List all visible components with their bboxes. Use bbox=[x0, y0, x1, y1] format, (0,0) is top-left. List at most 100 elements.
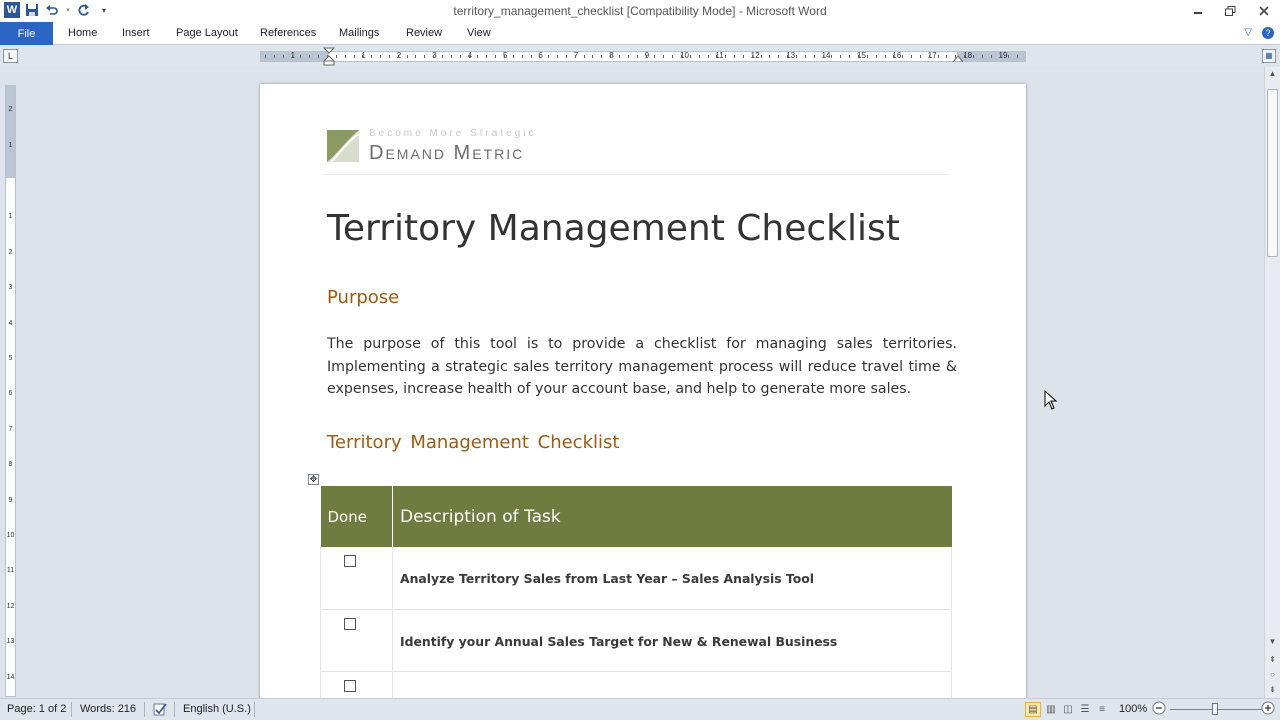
ruler-number: 13 bbox=[6, 638, 15, 646]
ruler-number: 1 bbox=[8, 213, 13, 221]
browse-object-icon[interactable]: ○ bbox=[1265, 668, 1280, 682]
scroll-up-icon[interactable]: ▲ bbox=[1265, 67, 1280, 81]
ruler-number: 2 bbox=[8, 248, 13, 256]
ruler-number: 14 bbox=[6, 673, 15, 681]
ruler-tick bbox=[875, 55, 877, 58]
zoom-out-icon[interactable] bbox=[1152, 701, 1166, 718]
proofing-icon[interactable] bbox=[152, 701, 168, 720]
tab-view[interactable]: View bbox=[467, 27, 491, 39]
zoom-in-icon[interactable] bbox=[1261, 701, 1275, 718]
indent-marker-icon[interactable] bbox=[323, 47, 335, 67]
ruler-number: 8 bbox=[8, 461, 13, 469]
tab-file[interactable]: File bbox=[0, 22, 53, 45]
ruler-tick bbox=[787, 55, 789, 58]
print-layout-view-icon[interactable]: ▤ bbox=[1025, 702, 1041, 717]
ruler-tick bbox=[663, 55, 665, 58]
outline-view-icon[interactable]: ☰ bbox=[1077, 702, 1093, 717]
status-divider bbox=[174, 702, 175, 717]
right-indent-marker-icon[interactable] bbox=[953, 55, 963, 62]
expand-ribbon-icon[interactable]: ▽ bbox=[1244, 27, 1252, 39]
checkbox-icon[interactable] bbox=[344, 617, 356, 630]
tab-selector-button[interactable]: L bbox=[3, 49, 18, 63]
ruler-tick bbox=[654, 55, 656, 58]
ruler-tick bbox=[680, 55, 682, 58]
close-button[interactable] bbox=[1247, 0, 1280, 22]
ruler-tick bbox=[291, 55, 293, 58]
ruler-number: 2 bbox=[8, 106, 13, 113]
checkbox-icon[interactable] bbox=[344, 555, 356, 567]
tab-references[interactable]: References bbox=[260, 27, 316, 39]
web-layout-view-icon[interactable]: ◫ bbox=[1060, 702, 1076, 717]
ruler-tick bbox=[557, 55, 559, 58]
ruler-tick bbox=[911, 55, 913, 58]
checklist-heading: Territory Management Checklist bbox=[327, 432, 620, 453]
ruler-tick bbox=[619, 55, 620, 58]
tab-insert[interactable]: Insert bbox=[122, 27, 150, 39]
ruler-tick bbox=[371, 55, 373, 58]
ruler-number: 5 bbox=[8, 355, 13, 362]
word-count[interactable]: Words: 216 bbox=[80, 703, 136, 715]
ruler-tick bbox=[769, 55, 771, 58]
view-ruler-icon[interactable]: ▦ bbox=[1262, 49, 1276, 63]
ruler-tick bbox=[707, 55, 709, 58]
tab-mailings[interactable]: Mailings bbox=[339, 27, 379, 39]
page-count[interactable]: Page: 1 of 2 bbox=[7, 703, 66, 715]
help-icon[interactable]: ? bbox=[1262, 27, 1274, 39]
ruler-tick bbox=[362, 55, 364, 58]
ruler-number: 10 bbox=[6, 532, 15, 539]
status-bar: Page: 1 of 2 Words: 216 English (U.S.) ▤… bbox=[0, 698, 1280, 720]
ruler-number: 7 bbox=[8, 425, 13, 433]
minimize-button[interactable] bbox=[1181, 0, 1214, 22]
ruler-tick bbox=[1017, 55, 1019, 58]
tab-review[interactable]: Review bbox=[406, 27, 442, 39]
ruler-tick bbox=[849, 55, 851, 58]
table-move-handle-icon[interactable]: ✥ bbox=[308, 474, 319, 485]
title-bar: W ▾ ▾ territory_management_checklist [Co… bbox=[0, 0, 1280, 22]
ruler-tick bbox=[1008, 55, 1010, 58]
ruler-tick bbox=[778, 55, 780, 58]
purpose-paragraph: The purpose of this tool is to provide a… bbox=[327, 336, 957, 398]
mouse-cursor-icon bbox=[1044, 390, 1058, 410]
checkbox-icon[interactable] bbox=[344, 679, 356, 692]
ruler-tick bbox=[512, 55, 514, 58]
vertical-ruler[interactable]: 2 1 1 2 3 4 5 6 7 8 9 10 11 12 13 14 bbox=[5, 85, 16, 697]
ruler-tick bbox=[415, 55, 417, 58]
ruler-tick bbox=[645, 55, 647, 58]
ruler-tick bbox=[760, 55, 762, 58]
ruler-tick bbox=[530, 55, 532, 58]
previous-page-icon[interactable]: ⇞ bbox=[1265, 653, 1280, 667]
scrollbar-thumb[interactable] bbox=[1267, 89, 1278, 257]
vertical-scrollbar[interactable]: ▲ ▼ ⇞ ○ ⇟ bbox=[1264, 67, 1280, 698]
ruler-tick bbox=[636, 55, 638, 58]
ruler-tick bbox=[565, 55, 567, 58]
restore-button[interactable] bbox=[1214, 0, 1247, 22]
ruler-tick bbox=[468, 55, 470, 58]
document-title: Territory Management Checklist bbox=[327, 208, 900, 249]
column-header-done: Done bbox=[320, 486, 393, 547]
status-divider bbox=[144, 702, 145, 717]
zoom-level[interactable]: 100% bbox=[1119, 703, 1147, 715]
tab-home[interactable]: Home bbox=[68, 27, 97, 39]
ruler-tick bbox=[964, 55, 966, 58]
ribbon-tab-bar: File Home Insert Page Layout References … bbox=[0, 22, 1280, 45]
full-screen-reading-view-icon[interactable]: ▥ bbox=[1043, 702, 1059, 717]
scroll-down-icon[interactable]: ▼ bbox=[1265, 635, 1280, 649]
ruler-tick bbox=[380, 55, 382, 58]
document-area: Become More Strategic Demand Metric Terr… bbox=[20, 67, 1264, 698]
horizontal-ruler[interactable]: 1 1 2 3 4 5 6 7 8 9 10 11 12 13 14 15 16 17 18 19 bbox=[260, 47, 1026, 66]
done-cell bbox=[320, 671, 393, 698]
done-cell bbox=[320, 547, 393, 610]
language-indicator[interactable]: English (U.S.) bbox=[183, 703, 251, 715]
ruler-tick bbox=[539, 55, 541, 58]
tab-page-layout[interactable]: Page Layout bbox=[176, 27, 238, 39]
next-page-icon[interactable]: ⇟ bbox=[1265, 683, 1280, 697]
draft-view-icon[interactable]: ≡ bbox=[1094, 702, 1110, 717]
window-title: territory_management_checklist [Compatib… bbox=[453, 4, 827, 18]
ruler-tick bbox=[574, 55, 576, 58]
ruler-tick bbox=[344, 55, 346, 58]
document-page[interactable]: Become More Strategic Demand Metric Terr… bbox=[260, 84, 1026, 698]
ruler-tick bbox=[601, 55, 603, 58]
purpose-heading: Purpose bbox=[327, 287, 400, 308]
ruler-number: 12 bbox=[6, 602, 15, 610]
zoom-slider-thumb[interactable] bbox=[1211, 703, 1218, 715]
